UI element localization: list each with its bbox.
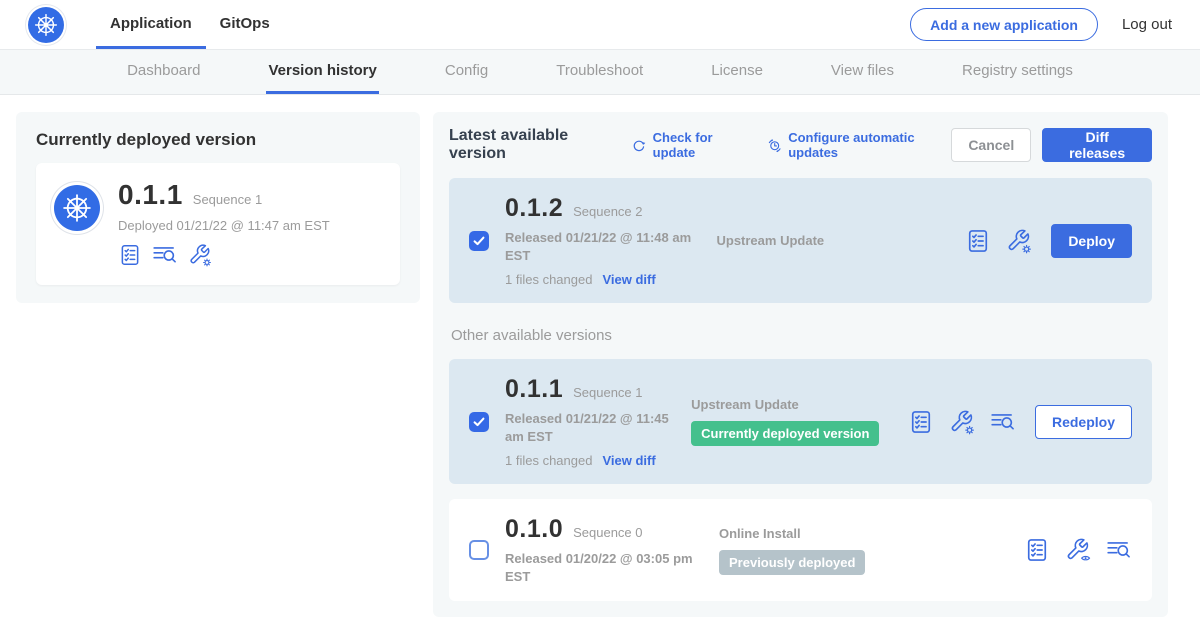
configure-automatic-updates-button[interactable]: Configure automatic updates [767,130,952,160]
release-checklist-icon[interactable] [908,409,934,435]
deployed-version-number: 0.1.1 [118,179,183,211]
currently-deployed-badge: Currently deployed version [691,421,879,446]
released-timestamp: Released 01/21/22 @ 11:48 am EST [505,229,702,264]
released-timestamp: Released 01/20/22 @ 03:05 pm EST [505,550,705,585]
source-label: Upstream Update [691,397,908,412]
deployed-timestamp: Deployed 01/21/22 @ 11:47 am EST [118,218,330,233]
version-checkbox[interactable] [469,540,489,560]
tab-gitops-label: GitOps [220,15,270,32]
version-number: 0.1.2 [505,194,563,223]
previously-deployed-badge: Previously deployed [719,550,865,575]
source-label: Upstream Update [716,233,965,248]
subnav-registry-settings[interactable]: Registry settings [960,50,1075,94]
released-timestamp: Released 01/21/22 @ 11:45 am EST [505,410,677,445]
tab-gitops[interactable]: GitOps [206,0,284,49]
logout-link[interactable]: Log out [1122,16,1172,33]
redeploy-button[interactable]: Redeploy [1035,405,1132,439]
currently-deployed-panel: Currently deployed version 0.1.1 Sequenc… [16,112,420,303]
subnav-view-files[interactable]: View files [829,50,896,94]
view-logs-icon[interactable] [1106,537,1132,563]
version-source: Online Install Previously deployed [719,526,971,575]
subnav-config[interactable]: Config [443,50,490,94]
check-for-update-button[interactable]: Check for update [631,130,749,160]
kubernetes-app-icon [54,185,100,231]
tab-application-label: Application [110,15,192,32]
version-source: Upstream Update Currently deployed versi… [691,397,908,446]
edit-config-icon[interactable] [949,409,975,435]
version-row-0.1.0: 0.1.0 Sequence 0 Released 01/20/22 @ 03:… [449,499,1152,601]
other-versions-title: Other available versions [451,327,1152,344]
version-checkbox[interactable] [469,231,489,251]
deployed-version-info: 0.1.1 Sequence 1 Deployed 01/21/22 @ 11:… [118,179,330,267]
cancel-button[interactable]: Cancel [951,128,1031,162]
view-config-icon[interactable] [1065,537,1091,563]
view-diff-link[interactable]: View diff [602,272,655,287]
deployed-version-card: 0.1.1 Sequence 1 Deployed 01/21/22 @ 11:… [36,163,400,285]
version-info: 0.1.0 Sequence 0 Released 01/20/22 @ 03:… [505,515,705,585]
app-subnav: Dashboard Version history Config Trouble… [0,50,1200,95]
files-changed: 1 files changed [505,272,592,287]
subnav-version-history[interactable]: Version history [266,50,378,94]
checkmark-icon [471,233,487,249]
version-sequence: Sequence 1 [573,385,642,400]
subnav-dashboard[interactable]: Dashboard [125,50,202,94]
release-checklist-icon[interactable] [1024,537,1050,563]
checkmark-icon [471,414,487,430]
diff-releases-button[interactable]: Diff releases [1042,128,1152,162]
edit-config-icon[interactable] [188,243,212,267]
top-navbar: Application GitOps Add a new application… [0,0,1200,50]
version-history-panel: Latest available version Check for updat… [433,112,1168,617]
version-checkbox[interactable] [469,412,489,432]
version-row-0.1.1: 0.1.1 Sequence 1 Released 01/21/22 @ 11:… [449,359,1152,484]
release-checklist-icon[interactable] [965,228,991,254]
release-checklist-icon[interactable] [118,243,142,267]
latest-version-title: Latest available version [449,127,613,163]
currently-deployed-title: Currently deployed version [36,130,400,150]
version-row-0.1.2: 0.1.2 Sequence 2 Released 01/21/22 @ 11:… [449,178,1152,303]
version-number: 0.1.0 [505,515,563,544]
edit-config-icon[interactable] [1006,228,1032,254]
kots-admin-console: Application GitOps Add a new application… [0,0,1200,634]
subnav-troubleshoot[interactable]: Troubleshoot [554,50,645,94]
app-tabs: Application GitOps [96,0,284,49]
version-source: Upstream Update [716,233,965,248]
tab-application[interactable]: Application [96,0,206,49]
latest-version-header: Latest available version Check for updat… [449,127,1152,163]
view-logs-icon[interactable] [990,409,1016,435]
view-logs-icon[interactable] [152,243,178,267]
subnav-license[interactable]: License [709,50,765,94]
refresh-icon [631,137,646,154]
kubernetes-logo-icon [28,7,64,43]
version-actions: Redeploy [908,405,1132,439]
version-info: 0.1.2 Sequence 2 Released 01/21/22 @ 11:… [505,194,702,287]
view-diff-link[interactable]: View diff [602,453,655,468]
add-application-button[interactable]: Add a new application [910,8,1098,41]
auto-update-clock-icon [767,137,782,154]
version-actions: Deploy [965,224,1132,258]
version-info: 0.1.1 Sequence 1 Released 01/21/22 @ 11:… [505,375,677,468]
version-actions [1024,537,1132,563]
deployed-sequence: Sequence 1 [193,192,262,207]
version-number: 0.1.1 [505,375,563,404]
source-label: Online Install [719,526,971,541]
files-changed: 1 files changed [505,453,592,468]
topbar-right: Add a new application Log out [910,0,1200,49]
version-sequence: Sequence 2 [573,204,642,219]
deploy-button[interactable]: Deploy [1051,224,1132,258]
version-sequence: Sequence 0 [573,525,642,540]
